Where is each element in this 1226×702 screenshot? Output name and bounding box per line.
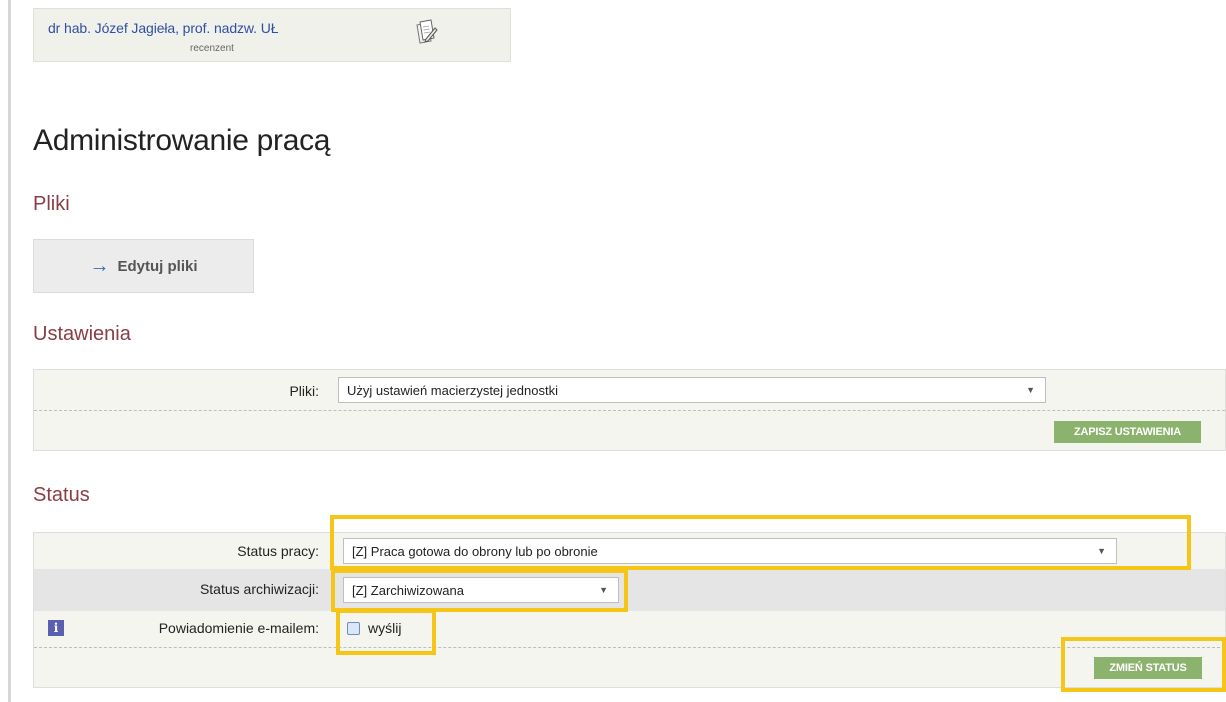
status-section-title: Status — [33, 484, 90, 506]
work-status-value: [Z] Praca gotowa do obrony lub po obroni… — [352, 543, 598, 559]
settings-files-value: Użyj ustawień macierzystej jednostki — [347, 382, 558, 398]
reviewer-name[interactable]: dr hab. Józef Jagieła, prof. nadzw. UŁ — [48, 20, 279, 36]
page-title: Administrowanie pracą — [33, 124, 331, 157]
reviewer-card: dr hab. Józef Jagieła, prof. nadzw. UŁ r… — [33, 8, 511, 62]
save-settings-button[interactable]: ZAPISZ USTAWIENIA — [1054, 421, 1201, 443]
settings-panel: Pliki: Użyj ustawień macierzystej jednos… — [33, 369, 1226, 451]
divider — [34, 410, 1225, 411]
status-panel: Status pracy: [Z] Praca gotowa do obrony… — [33, 532, 1226, 688]
settings-files-select[interactable]: Użyj ustawień macierzystej jednostki ▼ — [338, 377, 1046, 403]
left-border — [8, 0, 11, 702]
archive-status-value: [Z] Zarchiwizowana — [352, 582, 464, 598]
caret-down-icon: ▼ — [1097, 546, 1106, 556]
edit-files-label: Edytuj pliki — [117, 257, 198, 275]
settings-files-label: Pliki: — [289, 383, 319, 399]
work-status-row: Status pracy: [Z] Praca gotowa do obrony… — [34, 533, 1225, 569]
arrow-right-icon: → — [89, 255, 110, 277]
archive-status-select[interactable]: [Z] Zarchiwizowana ▼ — [343, 577, 619, 603]
email-send-label[interactable]: wyślij — [368, 620, 401, 636]
work-status-label: Status pracy: — [237, 543, 319, 559]
email-notification-label: Powiadomienie e-mailem: — [158, 620, 319, 636]
email-notification-row: i Powiadomienie e-mailem: wyślij — [34, 611, 1225, 645]
change-status-button[interactable]: ZMIEŃ STATUS — [1094, 657, 1202, 679]
settings-files-row: Pliki: Użyj ustawień macierzystej jednos… — [34, 370, 1225, 410]
settings-section-title: Ustawienia — [33, 323, 131, 345]
archive-status-row: Status archiwizacji: [Z] Zarchiwizowana … — [34, 569, 1225, 611]
files-section-title: Pliki — [33, 193, 70, 215]
email-send-checkbox[interactable] — [347, 622, 360, 635]
caret-down-icon: ▼ — [599, 585, 608, 595]
caret-down-icon: ▼ — [1026, 385, 1035, 395]
divider — [34, 647, 1225, 648]
edit-review-icon[interactable] — [414, 19, 438, 47]
archive-status-label: Status archiwizacji: — [199, 581, 319, 597]
work-status-select[interactable]: [Z] Praca gotowa do obrony lub po obroni… — [343, 538, 1117, 564]
reviewer-role: recenzent — [190, 43, 234, 54]
edit-files-button[interactable]: → Edytuj pliki — [33, 239, 254, 293]
